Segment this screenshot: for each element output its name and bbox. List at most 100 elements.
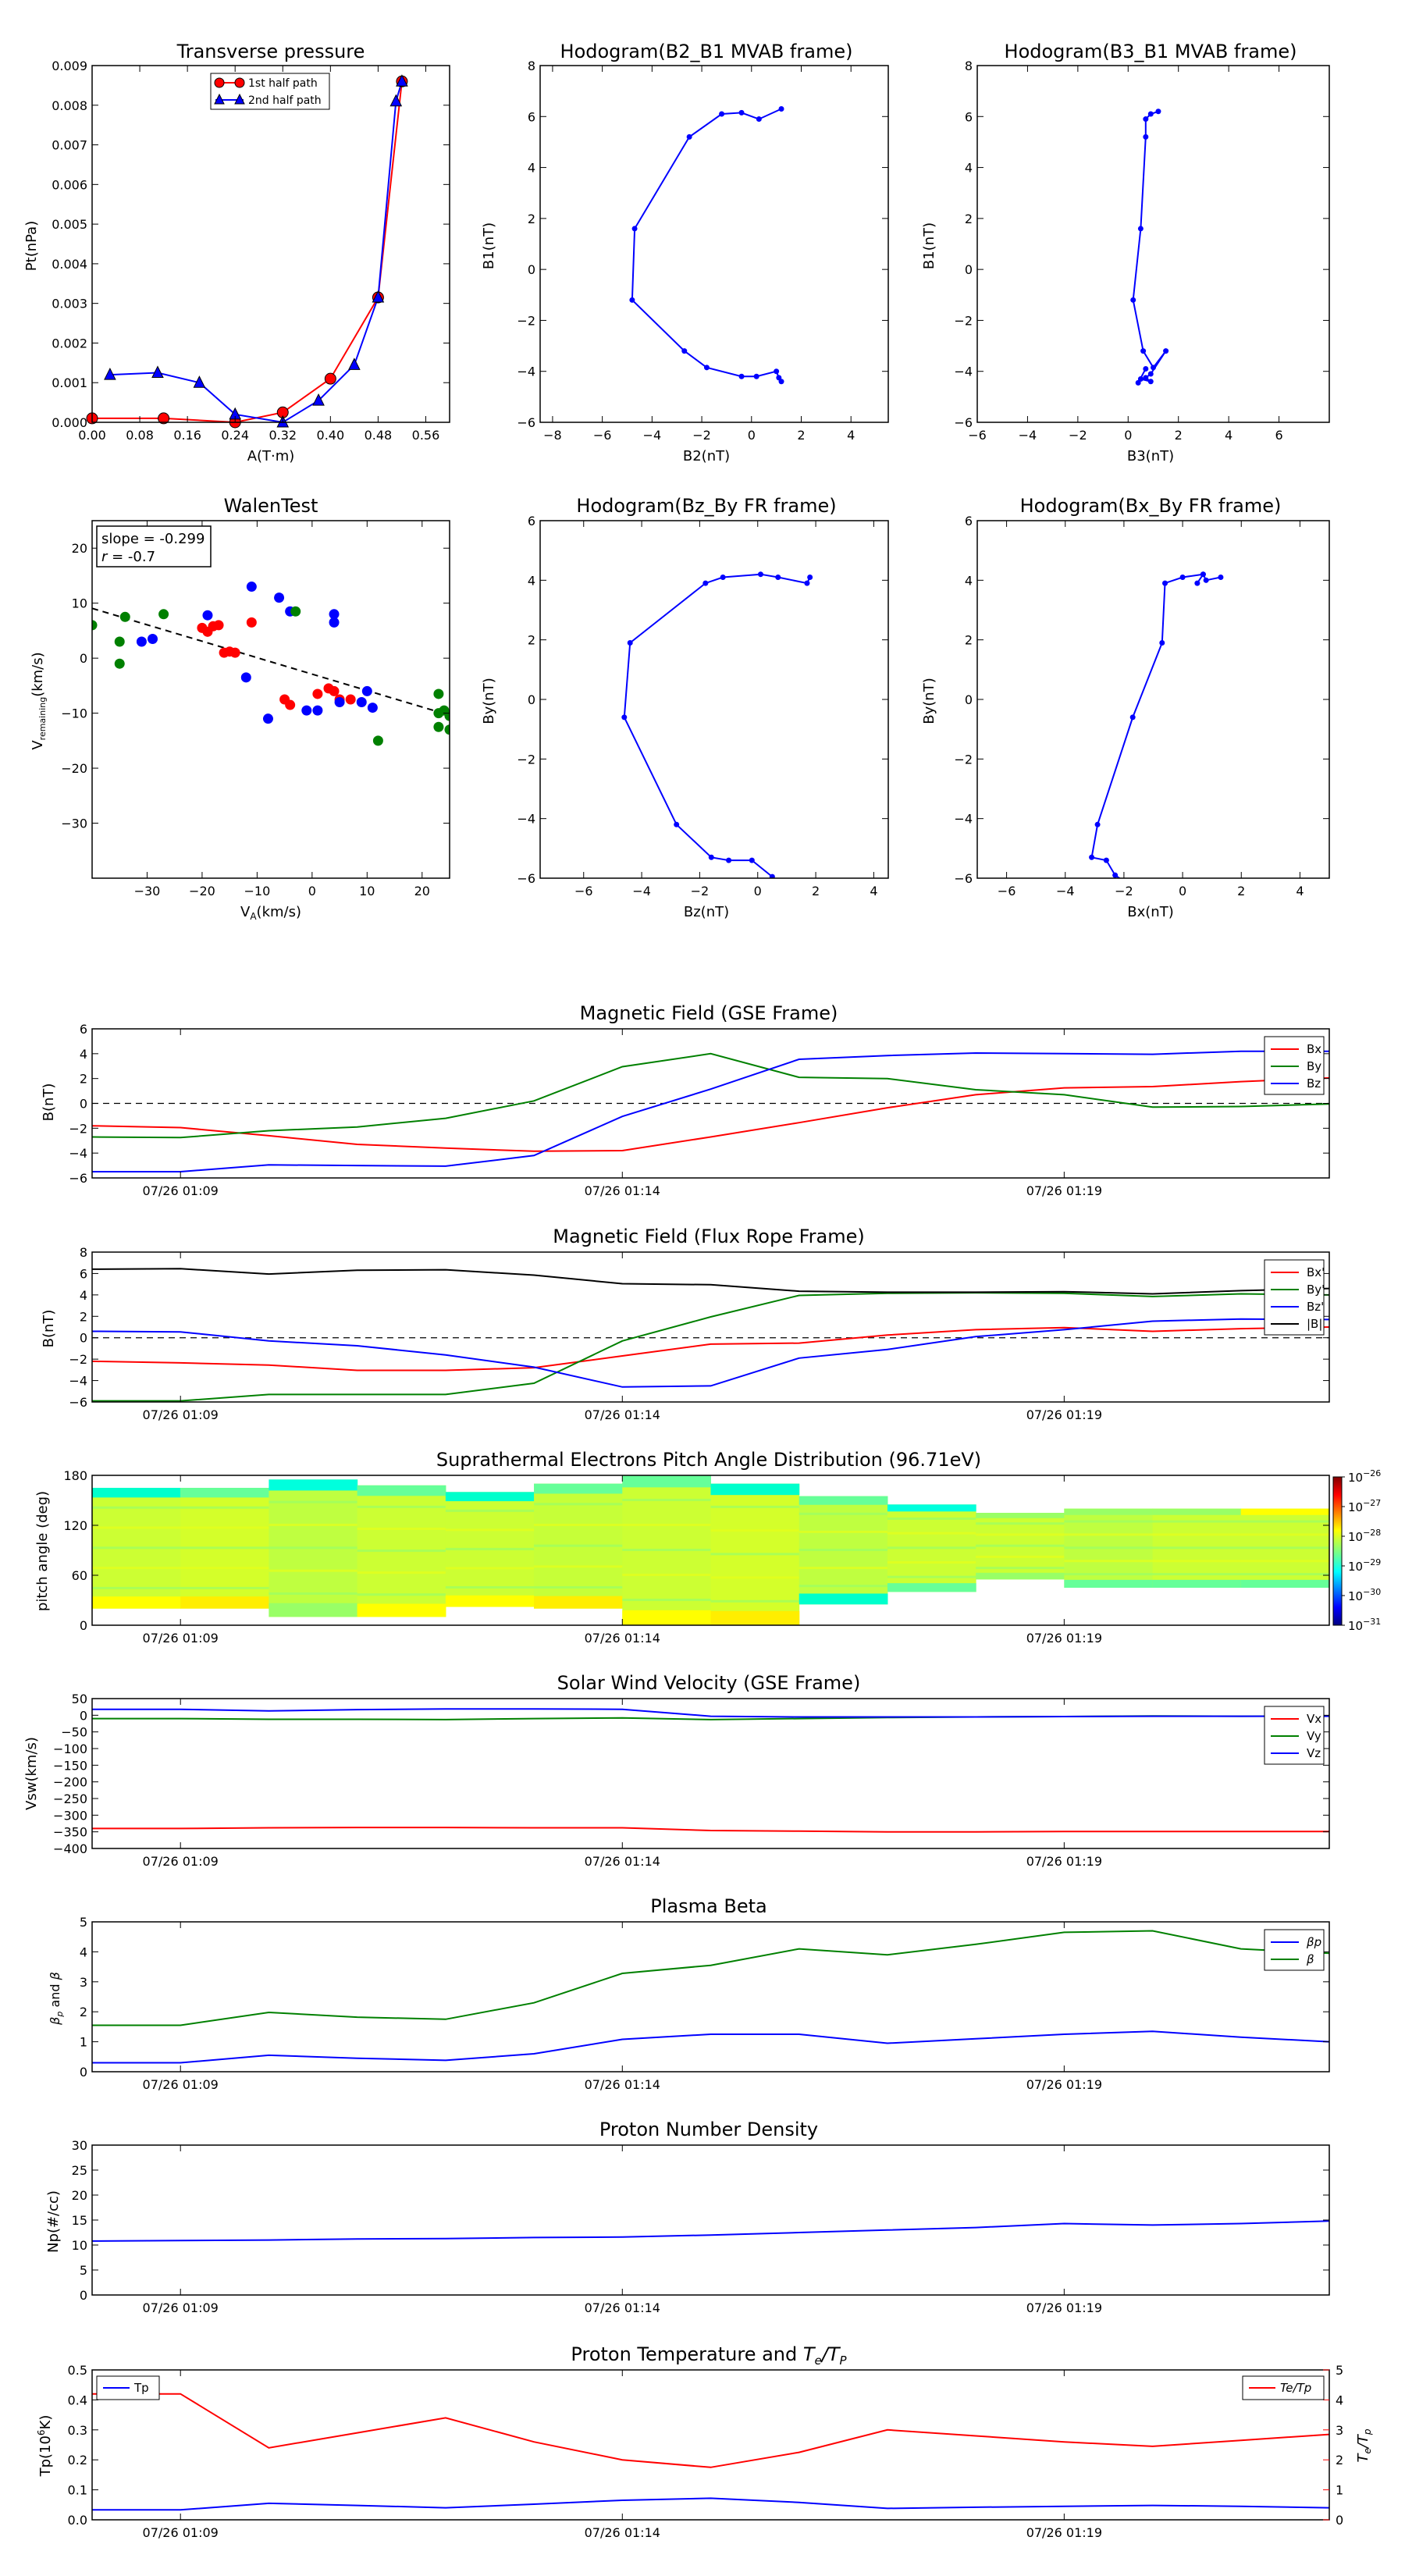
- pad-cell: [357, 1485, 446, 1496]
- legend-marker-1st: [234, 77, 245, 88]
- pad-cell: [92, 1526, 181, 1529]
- pad-cell: [445, 1567, 535, 1570]
- data-point: [686, 133, 692, 140]
- pad-cell: [269, 1592, 358, 1595]
- x-tick-label: 07/26 01:14: [585, 1183, 660, 1198]
- x-tick-label: 4: [1225, 428, 1232, 443]
- y-tick-label: −100: [53, 1742, 87, 1756]
- y-tick-label: 0.005: [52, 217, 87, 232]
- legend-label: By': [1307, 1283, 1325, 1297]
- data-point: [719, 111, 725, 117]
- legend-label: By: [1307, 1059, 1321, 1073]
- y-tick-label: 0.001: [52, 375, 87, 390]
- data-point: [1162, 580, 1168, 586]
- pad-cell: [710, 1553, 800, 1556]
- y2-tick-label: 2: [1336, 2453, 1343, 2467]
- y-tick-label: −6: [69, 1395, 87, 1410]
- y-tick-label: 6: [528, 514, 535, 528]
- y-tick-label: 0.3: [68, 2423, 87, 2438]
- y-tick-label: 5: [80, 1915, 87, 1930]
- legend-label: Te/Tp: [1280, 2381, 1311, 2395]
- pad-cell: [92, 1488, 181, 1498]
- x-tick-label: 07/26 01:14: [585, 1407, 660, 1422]
- x-tick-label: −2: [692, 428, 711, 443]
- y-tick-label: 4: [965, 161, 973, 176]
- y-tick-label: 8: [528, 59, 535, 73]
- y-tick-label: −200: [53, 1775, 87, 1790]
- y-tick-label: −50: [61, 1725, 87, 1740]
- pad-cell: [92, 1506, 181, 1509]
- legend: Vx Vy Vz: [1264, 1706, 1325, 1765]
- data-point: [774, 368, 780, 375]
- y-tick-label: 6: [80, 1022, 87, 1037]
- pad-cell: [1064, 1573, 1154, 1576]
- legend-label: Bx: [1307, 1042, 1321, 1056]
- data-point: [621, 714, 628, 720]
- y-tick-label: 2: [528, 633, 535, 648]
- pad-cell: [1240, 1573, 1329, 1576]
- pad-cell: [799, 1512, 888, 1515]
- y-tick-label: 0.004: [52, 257, 87, 272]
- scatter-point: [274, 592, 285, 603]
- y-axis-label: B(nT): [41, 1310, 57, 1348]
- pad-cell: [1240, 1560, 1329, 1563]
- scatter-point: [213, 620, 224, 631]
- y-tick-label: 0.2: [68, 2453, 87, 2467]
- pad-cell: [445, 1595, 535, 1607]
- data-point: [726, 857, 732, 863]
- y-tick-label: −2: [517, 752, 535, 767]
- y-tick-label: 0: [965, 692, 973, 707]
- pad-cell: [269, 1603, 358, 1617]
- pad-cell: [357, 1505, 446, 1508]
- scatter-point: [356, 697, 367, 708]
- x-tick-label: 0: [748, 428, 756, 443]
- y-tick-label: 0.008: [52, 98, 87, 113]
- y-tick-label: 0: [80, 651, 87, 666]
- scatter-point: [114, 658, 125, 669]
- data-point: [629, 297, 635, 303]
- x-tick-label: 07/26 01:19: [1026, 1407, 1102, 1422]
- y-tick-label: −2: [69, 1121, 87, 1136]
- x-tick-label: −8: [543, 428, 562, 443]
- data-point: [1137, 226, 1144, 232]
- pad-cell: [445, 1492, 535, 1502]
- y-tick-label: 0: [965, 262, 973, 277]
- y-tick-label: 15: [72, 2213, 87, 2228]
- y-tick-label: −4: [517, 365, 535, 379]
- x-tick-label: 07/26 01:14: [585, 2525, 660, 2540]
- pad-cell: [1152, 1508, 1242, 1515]
- pad-cell: [534, 1483, 623, 1494]
- data-point: [1143, 133, 1149, 140]
- pad-cell: [180, 1567, 269, 1570]
- scatter-point: [433, 721, 444, 732]
- y2-tick-label: 0: [1336, 2513, 1343, 2528]
- pad-cell: [799, 1567, 888, 1570]
- pad-cell: [622, 1549, 711, 1551]
- data-point: [738, 373, 745, 379]
- x-tick-label: −6: [998, 884, 1016, 898]
- panel-title: Hodogram(B3_B1 MVAB frame): [1005, 41, 1297, 62]
- pad-cell: [357, 1550, 446, 1553]
- y-tick-label: 4: [80, 1288, 87, 1303]
- scatter-point: [301, 705, 312, 716]
- y-tick-label: 0: [80, 1708, 87, 1723]
- y-tick-label: 2: [528, 212, 535, 226]
- pad-cell: [357, 1603, 446, 1617]
- pad-cell: [357, 1571, 446, 1574]
- x-tick-label: 07/26 01:09: [143, 1854, 219, 1869]
- scatter-point: [372, 735, 383, 746]
- legend-label: Vy: [1307, 1729, 1321, 1743]
- x-tick-label: 07/26 01:19: [1026, 1631, 1102, 1646]
- data-point: [1140, 348, 1147, 354]
- data-point: [804, 580, 810, 586]
- y-tick-label: −2: [954, 313, 973, 328]
- data-point: [1147, 379, 1154, 385]
- pad-cell: [534, 1544, 623, 1547]
- data-point: [753, 373, 759, 379]
- pad-cell: [269, 1479, 358, 1491]
- x-tick-label: 07/26 01:19: [1026, 1854, 1102, 1869]
- data-point: [1129, 714, 1136, 720]
- data-point: [756, 116, 762, 123]
- y-tick-label: 2: [80, 1072, 87, 1087]
- panel-title: Hodogram(B2_B1 MVAB frame): [560, 41, 853, 62]
